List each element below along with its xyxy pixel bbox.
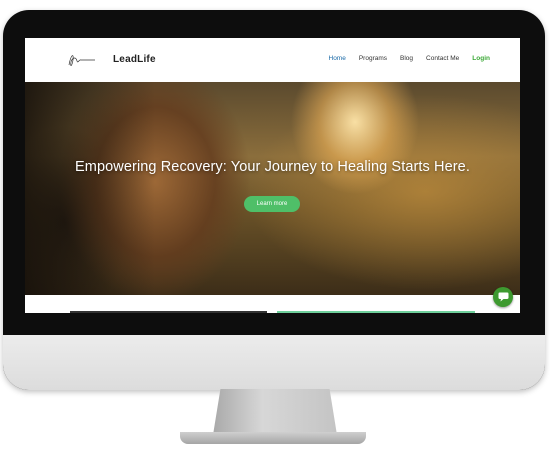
nav-login[interactable]: Login	[472, 55, 490, 62]
dark-card-top	[70, 311, 267, 313]
monitor-stand	[213, 389, 337, 435]
nav-contact[interactable]: Contact Me	[426, 55, 459, 62]
learn-more-button[interactable]: Learn more	[244, 196, 300, 212]
screen: LeadLife Home Programs Blog Contact Me L…	[25, 38, 520, 313]
green-card-top	[277, 311, 475, 313]
nav-blog[interactable]: Blog	[400, 55, 413, 62]
site-header: LeadLife Home Programs Blog Contact Me L…	[25, 38, 520, 82]
monitor-stand-base	[180, 432, 366, 444]
content-section	[25, 295, 520, 313]
brand-name[interactable]: LeadLife	[113, 54, 156, 65]
main-nav: Home Programs Blog Contact Me Login	[329, 55, 491, 62]
nav-home[interactable]: Home	[329, 55, 346, 62]
hero-title: Empowering Recovery: Your Journey to Hea…	[75, 159, 470, 175]
signature-logo-icon[interactable]	[65, 50, 97, 70]
chat-glyph-icon	[498, 292, 508, 302]
monitor-chin	[3, 335, 545, 390]
hero-banner: Empowering Recovery: Your Journey to Hea…	[25, 82, 520, 295]
nav-programs[interactable]: Programs	[359, 55, 387, 62]
hero-shadow	[25, 82, 155, 295]
chat-bubble-icon[interactable]	[493, 287, 513, 307]
